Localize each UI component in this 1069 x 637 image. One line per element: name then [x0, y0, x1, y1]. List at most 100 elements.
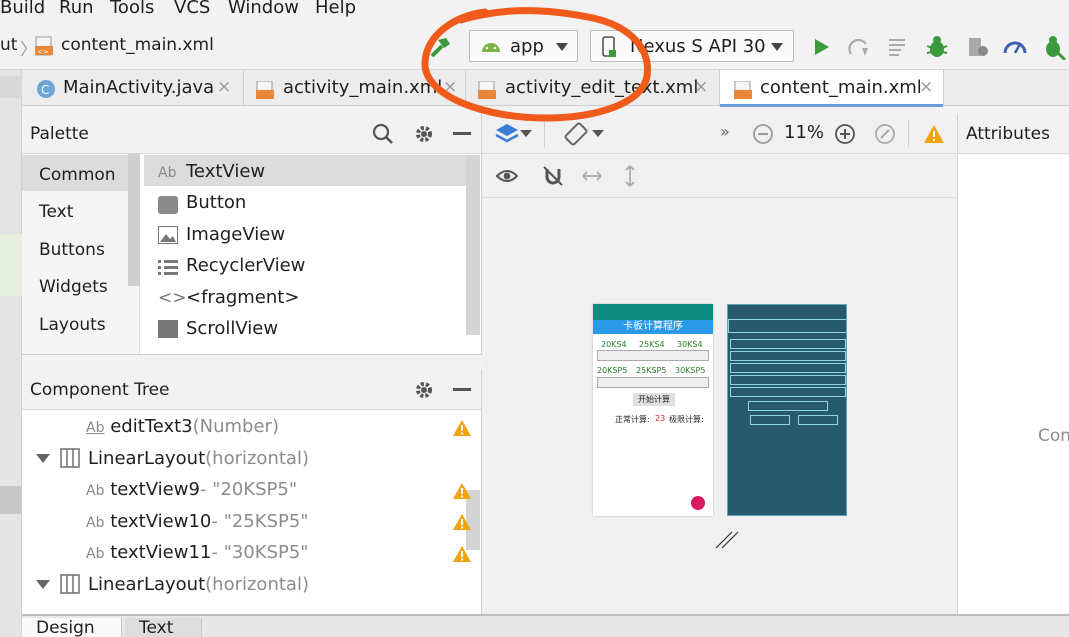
apply-changes-icon[interactable] — [846, 34, 872, 60]
tree-node-name: editText3 — [110, 416, 193, 437]
close-icon[interactable]: × — [694, 77, 708, 97]
tree-row-textview9[interactable]: Ab textView9- "20KSP5" — [86, 479, 297, 500]
expand-arrow-icon[interactable] — [36, 580, 50, 590]
profiler-gauge-icon[interactable] — [1002, 34, 1028, 60]
search-icon[interactable] — [372, 123, 394, 145]
profile-icon[interactable] — [964, 34, 990, 60]
panel-splitter[interactable] — [22, 354, 482, 370]
attributes-placeholder-text: Con — [1038, 426, 1069, 446]
design-surface: » 11% 卡板计算程序 20KS4 25KS4 30KS4 20KSP5 25… — [482, 114, 958, 614]
device-select[interactable]: Nexus S API 30 — [590, 30, 794, 62]
attributes-header: Attributes — [958, 114, 1069, 154]
tree-node-name: LinearLayout — [88, 448, 206, 469]
orientation-icon[interactable] — [564, 122, 590, 146]
palette-item-imageview[interactable]: ImageView — [186, 224, 285, 245]
palette-item-scrollview[interactable]: ScrollView — [186, 318, 278, 339]
tree-row-linearlayout[interactable]: LinearLayout(horizontal) — [88, 448, 309, 469]
apply-code-changes-icon[interactable] — [886, 34, 912, 60]
magnet-off-icon[interactable] — [542, 165, 564, 187]
palette-item-button[interactable]: Button — [186, 192, 246, 213]
breadcrumb-prefix[interactable]: ut — [0, 35, 17, 55]
tree-node-detail: - "30KSP5" — [211, 542, 309, 563]
debug-icon[interactable] — [924, 34, 950, 60]
palette-item-recyclerview[interactable]: RecyclerView — [186, 255, 305, 276]
attach-debugger-icon[interactable] — [1040, 34, 1066, 60]
menu-window[interactable]: Window — [228, 0, 299, 18]
chevron-down-icon[interactable] — [520, 130, 532, 138]
preview-normal-label: 正常计算: — [615, 415, 650, 424]
tab-activity-edit-text-xml[interactable]: activity_edit_text.xml × — [466, 70, 720, 106]
zoom-out-icon[interactable] — [752, 123, 774, 145]
palette-item-textview[interactable]: TextView — [186, 161, 265, 182]
run-config-select[interactable]: app — [469, 30, 578, 62]
run-icon[interactable] — [808, 34, 834, 60]
warning-icon[interactable] — [923, 124, 945, 144]
tab-design[interactable]: Design — [22, 618, 122, 637]
blueprint-row — [730, 363, 846, 373]
category-buttons[interactable]: Buttons — [39, 240, 105, 260]
warning-icon[interactable] — [452, 419, 472, 437]
tree-row-linearlayout-2[interactable]: LinearLayout(horizontal) — [88, 574, 309, 595]
warning-icon[interactable] — [452, 513, 472, 531]
close-icon[interactable]: × — [919, 77, 933, 97]
palette-panel: Palette Common Text Buttons Widgets Layo… — [22, 114, 482, 354]
textview-icon: Ab — [86, 483, 105, 499]
chevron-down-icon[interactable] — [592, 130, 604, 138]
design-preview-screen[interactable]: 卡板计算程序 20KS4 25KS4 30KS4 20KSP5 25KSP5 3… — [593, 304, 713, 516]
breadcrumb-file[interactable]: content_main.xml — [61, 35, 214, 55]
close-icon[interactable]: × — [443, 77, 457, 97]
zoom-to-fit-icon[interactable] — [874, 123, 896, 145]
component-tree-header: Component Tree — [22, 370, 481, 410]
tab-content-main-xml[interactable]: content_main.xml × — [720, 70, 944, 107]
blueprint-button-box — [748, 401, 828, 411]
category-widgets[interactable]: Widgets — [39, 277, 108, 297]
category-scrollbar[interactable] — [128, 154, 140, 286]
gear-icon[interactable] — [413, 123, 435, 145]
vertical-constraint-icon[interactable] — [622, 164, 638, 188]
left-tool-gutter — [0, 70, 22, 637]
preview-limit-label: 极限计算: — [669, 415, 704, 424]
close-icon[interactable]: × — [217, 77, 231, 97]
menu-tools[interactable]: Tools — [110, 0, 154, 18]
menu-build[interactable]: Build — [0, 0, 45, 18]
app-bar — [593, 304, 713, 320]
tree-row-textview10[interactable]: Ab textView10- "25KSP5" — [86, 511, 309, 532]
linearlayout-icon — [60, 448, 80, 468]
tab-activity-main-xml[interactable]: activity_main.xml × — [244, 70, 466, 106]
category-layouts[interactable]: Layouts — [39, 315, 106, 335]
resize-handle-icon[interactable] — [714, 518, 746, 550]
zoom-in-icon[interactable] — [834, 123, 856, 145]
tab-label: content_main.xml — [760, 77, 922, 98]
build-hammer-icon[interactable] — [428, 34, 454, 60]
xml-file-icon — [478, 81, 496, 99]
android-icon — [482, 43, 500, 52]
menu-vcs[interactable]: VCS — [174, 0, 210, 18]
fragment-icon: <> — [158, 288, 187, 308]
tree-row-edittext3[interactable]: Ab editText3(Number) — [86, 416, 279, 437]
menu-run[interactable]: Run — [59, 0, 94, 18]
minimize-icon[interactable] — [453, 132, 471, 135]
expand-arrow-icon[interactable] — [36, 454, 50, 464]
horizontal-constraint-icon[interactable] — [581, 168, 603, 184]
gear-icon[interactable] — [413, 379, 435, 401]
tree-row-textview11[interactable]: Ab textView11- "30KSP5" — [86, 542, 309, 563]
minimize-icon[interactable] — [453, 388, 471, 391]
design-mode-layers-icon[interactable] — [494, 122, 520, 146]
category-text[interactable]: Text — [39, 202, 73, 222]
more-chevrons-icon[interactable]: » — [720, 122, 730, 141]
edittext-icon: Ab — [86, 420, 105, 436]
eye-icon[interactable] — [496, 168, 518, 184]
tab-text[interactable]: Text — [125, 618, 202, 637]
warning-icon[interactable] — [452, 545, 472, 563]
tab-label: activity_main.xml — [283, 77, 443, 98]
xml-file-icon: <> — [35, 36, 53, 56]
palette-item-fragment[interactable]: <fragment> — [186, 287, 299, 308]
svg-text:<>: <> — [37, 48, 49, 56]
blueprint-preview[interactable] — [727, 304, 847, 516]
warning-icon[interactable] — [452, 482, 472, 500]
design-secondary-toolbar — [482, 154, 958, 198]
tab-mainactivity-java[interactable]: C MainActivity.java × — [22, 70, 244, 106]
category-common[interactable]: Common — [39, 165, 116, 185]
menu-help[interactable]: Help — [315, 0, 356, 18]
palette-scrollbar[interactable] — [466, 155, 480, 335]
